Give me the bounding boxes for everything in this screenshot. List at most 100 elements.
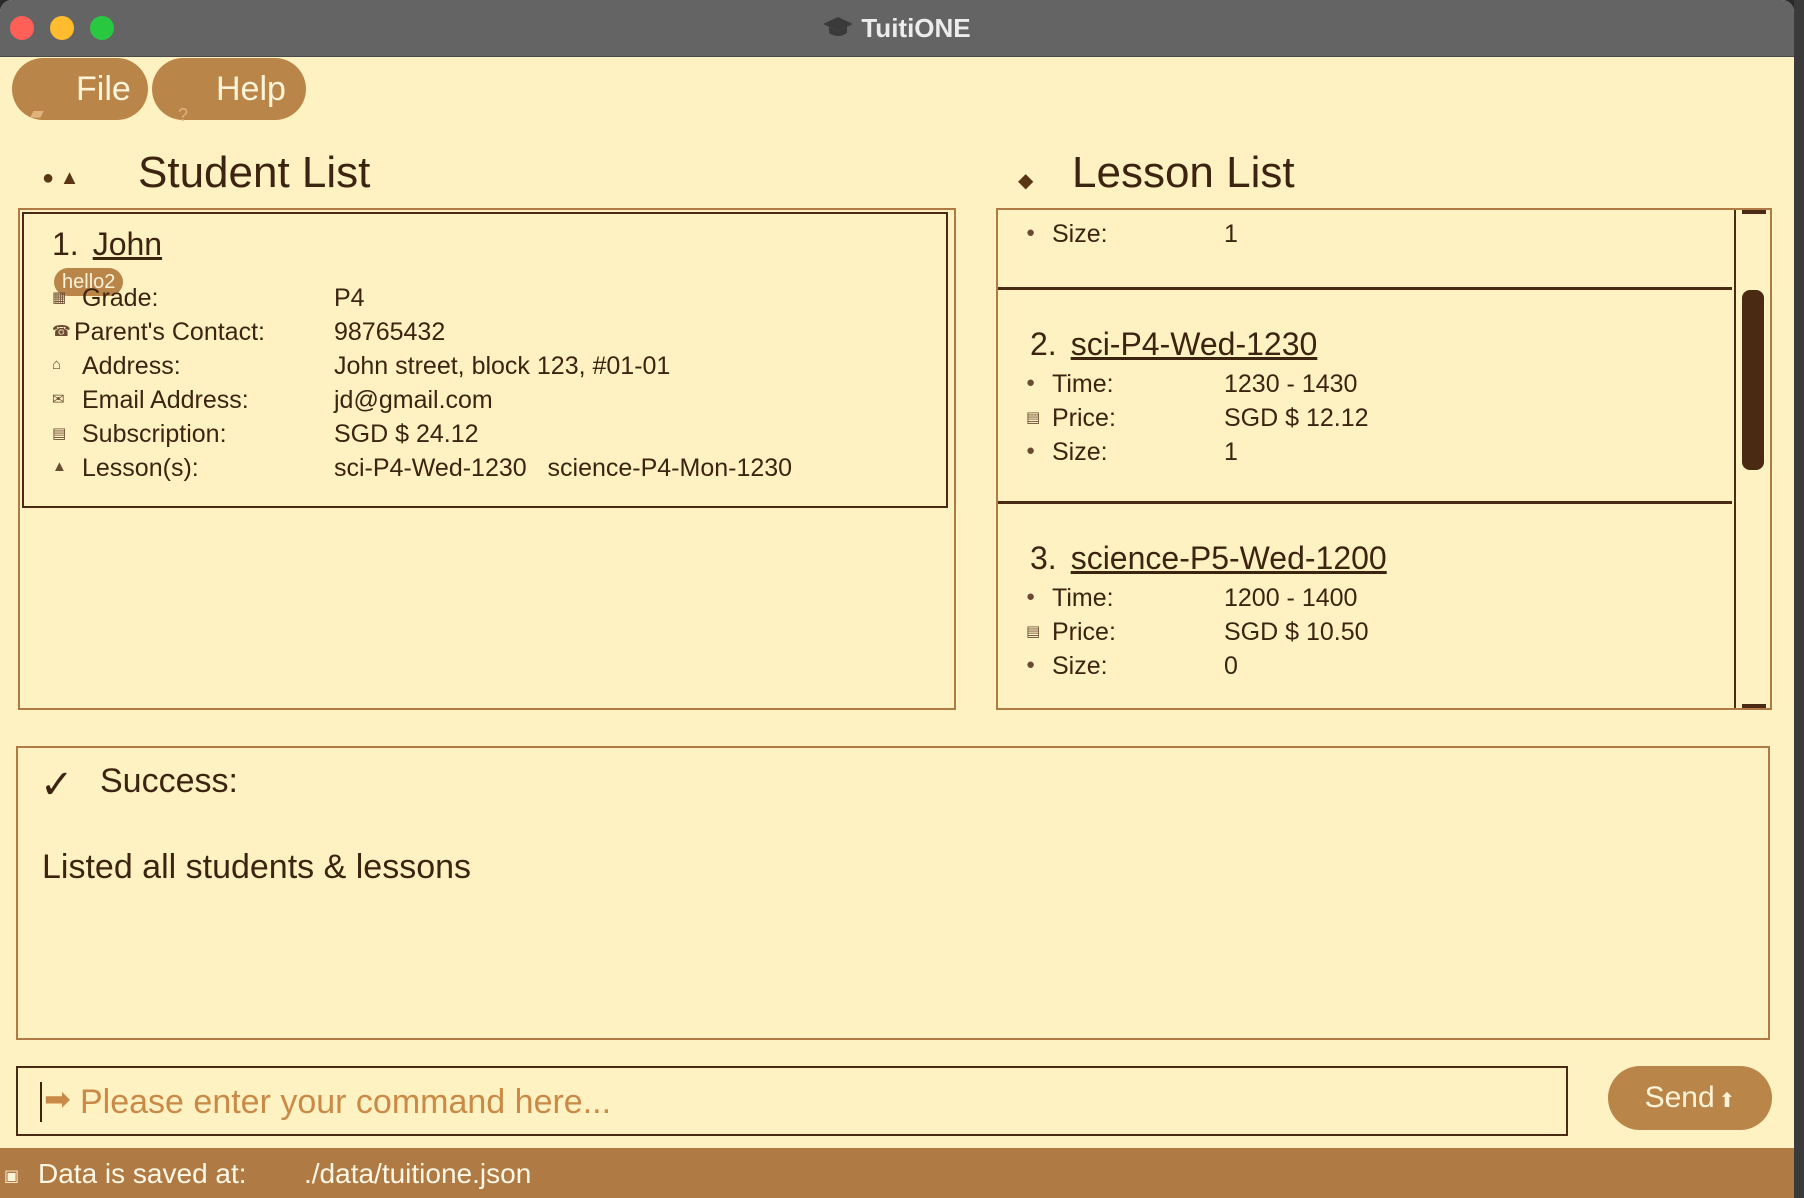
- file-menu-button[interactable]: ▰ File: [12, 58, 148, 123]
- lesson-field-price: ▤ Price: SGD $ 10.50: [1026, 618, 1706, 652]
- desktop-background: [1794, 0, 1804, 1198]
- help-menu-label: Help: [216, 70, 286, 108]
- window-title: TuitiONE: [861, 13, 971, 43]
- field-value: jd@gmail.com: [334, 386, 493, 414]
- people-icon: ●: [1026, 656, 1036, 673]
- money-icon: ▤: [1026, 409, 1041, 426]
- window-title-wrap: TuitiONE: [0, 0, 1794, 56]
- file-menu-label: File: [76, 70, 131, 108]
- field-value: 1200 - 1400: [1224, 584, 1358, 612]
- field-value: John street, block 123, #01-01: [334, 352, 671, 380]
- lesson-name: science-P5-Wed-1200: [1070, 540, 1387, 576]
- question-icon: ?: [178, 105, 189, 125]
- email-icon: ✉: [52, 391, 65, 408]
- lesson-index: 2.: [1030, 326, 1057, 362]
- field-label: Address:: [82, 352, 181, 380]
- students-icon: ● ▲: [42, 167, 80, 189]
- student-list-panel[interactable]: 1. John hello2 ▦ Grade: P4 ☎ Parent's Con…: [18, 208, 956, 710]
- field-value: 0: [1224, 652, 1238, 680]
- field-value: P4: [334, 284, 365, 312]
- result-heading: Success:: [100, 762, 238, 800]
- lesson-field-time: ● Time: 1200 - 1400: [1026, 584, 1706, 618]
- lesson-list-title: Lesson List: [1072, 148, 1295, 197]
- money-icon: ▤: [1026, 623, 1041, 640]
- field-label: Price:: [1052, 404, 1116, 432]
- phone-icon: ☎: [52, 323, 71, 340]
- student-index: 1.: [52, 226, 79, 262]
- graduation-cap-icon: [823, 2, 854, 58]
- lesson-list-panel[interactable]: ● Size: 1 2. sci-P4-Wed-1230 ● Time: 1230…: [996, 208, 1772, 710]
- lesson-icon: ▲: [52, 458, 67, 475]
- text-caret: [40, 1082, 42, 1122]
- field-value: 1230 - 1430: [1224, 370, 1358, 398]
- clock-icon: ●: [1026, 374, 1036, 391]
- lesson-field-price: ▤ Price: SGD $ 12.12: [1026, 404, 1706, 438]
- check-icon: ✓: [40, 763, 74, 807]
- command-input[interactable]: [78, 1074, 1552, 1130]
- field-label: Time:: [1052, 370, 1114, 398]
- lesson-card[interactable]: 2. sci-P4-Wed-1230 ● Time: 1230 - 1430 ▤ …: [998, 290, 1732, 504]
- result-message: Listed all students & lessons: [42, 848, 472, 886]
- field-label: Lesson(s):: [82, 454, 199, 482]
- save-icon: ▣: [4, 1168, 20, 1185]
- field-label: Email Address:: [82, 386, 249, 414]
- field-value: 98765432: [334, 318, 446, 346]
- send-button[interactable]: Send ⬆: [1608, 1066, 1772, 1130]
- field-label: Parent's Contact:: [74, 318, 265, 346]
- folder-icon: ▰: [30, 103, 44, 123]
- field-value: SGD $ 10.50: [1224, 618, 1369, 646]
- status-label: Data is saved at:: [38, 1158, 247, 1189]
- lesson-field-time: ● Time: 1230 - 1430: [1026, 370, 1706, 404]
- field-label: Subscription:: [82, 420, 227, 448]
- field-value: sci-P4-Wed-1230 science-P4-Mon-1230: [334, 454, 793, 482]
- result-display: ✓ Success: Listed all students & lessons: [16, 746, 1770, 1040]
- field-value: 1: [1224, 438, 1238, 466]
- lesson-field-size: ● Size: 1: [1026, 438, 1706, 472]
- grade-icon: ▦: [52, 289, 67, 306]
- student-field-email: ✉ Email Address: jd@gmail.com: [52, 386, 932, 420]
- app-window: TuitiONE ▰ File ? Help ● ▲ Student List …: [0, 0, 1794, 1198]
- field-label: Time:: [1052, 584, 1114, 612]
- lesson-card-title: 2. sci-P4-Wed-1230: [1030, 326, 1317, 363]
- lesson-name: sci-P4-Wed-1230: [1070, 326, 1318, 362]
- arrow-right-icon: ➡: [44, 1081, 71, 1117]
- home-icon: ⌂: [52, 356, 62, 373]
- lesson-list-viewport[interactable]: ● Size: 1 2. sci-P4-Wed-1230 ● Time: 1230…: [998, 210, 1734, 708]
- save-path: ./data/tuitione.json: [304, 1158, 532, 1189]
- field-value: SGD $ 12.12: [1224, 404, 1369, 432]
- field-value: 1: [1224, 220, 1238, 248]
- clock-icon: ●: [1026, 588, 1036, 605]
- arrow-up-icon: ⬆: [1718, 1090, 1736, 1112]
- student-field-grade: ▦ Grade: P4: [52, 284, 932, 318]
- field-label: Price:: [1052, 618, 1116, 646]
- scrollbar-cap-bottom: [1742, 704, 1766, 708]
- help-menu-button[interactable]: ? Help: [152, 58, 306, 125]
- field-value: SGD $ 24.12: [334, 420, 479, 448]
- money-icon: ▤: [52, 425, 67, 442]
- lesson-card[interactable]: ● Size: 1: [998, 210, 1732, 290]
- student-field-contact: ☎ Parent's Contact: 98765432: [52, 318, 932, 352]
- student-name: John: [92, 226, 163, 262]
- people-icon: ●: [1026, 442, 1036, 459]
- lesson-field-size: ● Size: 1: [1026, 220, 1706, 254]
- status-bar: ▣ Data is saved at: ./data/tuitione.json: [0, 1148, 1794, 1198]
- field-label: Size:: [1052, 652, 1108, 680]
- field-label: Grade:: [82, 284, 159, 312]
- lesson-card-title: 3. science-P5-Wed-1200: [1030, 540, 1387, 577]
- student-field-address: ⌂ Address: John street, block 123, #01-0…: [52, 352, 932, 386]
- book-icon: ◆: [1018, 170, 1034, 192]
- command-box[interactable]: ➡: [16, 1066, 1568, 1136]
- lesson-index: 3.: [1030, 540, 1057, 576]
- field-label: Size:: [1052, 438, 1108, 466]
- people-icon: ●: [1026, 224, 1036, 241]
- student-card-title: 1. John: [52, 226, 162, 263]
- lesson-card[interactable]: 3. science-P5-Wed-1200 ● Time: 1200 - 140…: [998, 504, 1732, 708]
- send-label: Send: [1644, 1081, 1715, 1114]
- title-bar: TuitiONE: [0, 0, 1794, 57]
- student-card[interactable]: 1. John hello2 ▦ Grade: P4 ☎ Parent's Con…: [22, 212, 948, 508]
- lesson-list-scrollbar[interactable]: [1734, 210, 1770, 708]
- student-field-lessons: ▲ Lesson(s): sci-P4-Wed-1230 science-P4-…: [52, 454, 932, 488]
- lesson-field-size: ● Size: 0: [1026, 652, 1706, 686]
- student-field-subscription: ▤ Subscription: SGD $ 24.12: [52, 420, 932, 454]
- scrollbar-thumb[interactable]: [1742, 290, 1764, 470]
